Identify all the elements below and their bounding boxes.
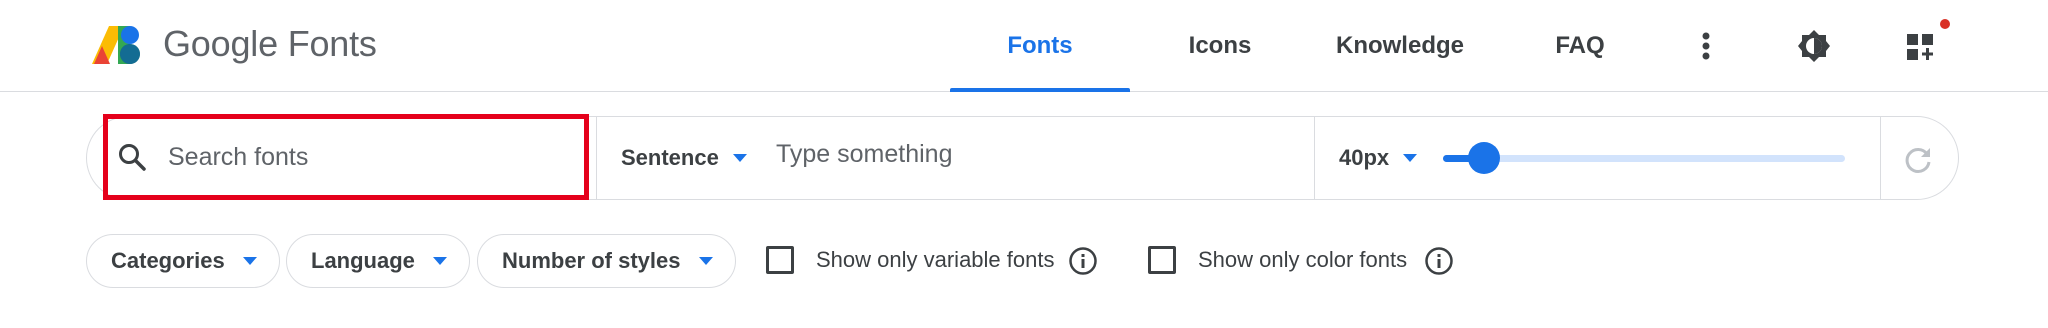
font-size-dropdown[interactable]: 40px (1339, 145, 1418, 171)
nav-tab-fonts[interactable]: Fonts (950, 0, 1130, 92)
font-size-slider-thumb[interactable] (1468, 142, 1500, 174)
nav-tab-faq[interactable]: FAQ (1530, 0, 1630, 92)
divider (596, 117, 597, 199)
nav-tab-knowledge[interactable]: Knowledge (1320, 0, 1480, 92)
brand-title[interactable]: Google Fonts (163, 23, 377, 65)
apps-grid-icon[interactable] (1898, 22, 1946, 70)
chevron-down-icon (732, 154, 747, 162)
top-app-bar: Google Fonts Fonts Icons Knowledge FAQ (0, 0, 2048, 92)
more-vert-icon[interactable] (1682, 22, 1730, 70)
divider (1880, 117, 1881, 199)
color-fonts-checkbox[interactable] (1148, 246, 1176, 274)
chevron-down-icon (432, 257, 447, 265)
search-placeholder: Search fonts (168, 142, 309, 171)
divider (1314, 117, 1315, 199)
info-icon[interactable] (1423, 245, 1455, 277)
notification-dot (1940, 19, 1950, 29)
search-input[interactable]: Search fonts (103, 114, 589, 200)
font-size-label: 40px (1339, 145, 1390, 170)
preview-mode-label: Sentence (621, 145, 719, 170)
nav-tab-icons[interactable]: Icons (1150, 0, 1290, 92)
theme-toggle-icon[interactable] (1790, 22, 1838, 70)
reset-icon[interactable] (1898, 140, 1938, 180)
chevron-down-icon (242, 257, 257, 265)
preview-mode-dropdown[interactable]: Sentence (621, 145, 747, 171)
chevron-down-icon (698, 257, 713, 265)
color-fonts-label[interactable]: Show only color fonts (1198, 246, 1407, 274)
info-icon[interactable] (1067, 245, 1099, 277)
search-icon (112, 137, 152, 177)
active-tab-indicator (950, 88, 1130, 92)
categories-filter[interactable]: Categories (86, 234, 280, 288)
number-of-styles-label: Number of styles (502, 248, 681, 273)
variable-fonts-label[interactable]: Show only variable fonts (816, 246, 1054, 274)
font-size-slider[interactable] (1443, 155, 1845, 162)
chevron-down-icon (1403, 154, 1418, 162)
language-filter[interactable]: Language (286, 234, 470, 288)
google-fonts-logo-icon[interactable] (92, 26, 144, 64)
preview-text-input[interactable]: Type something (776, 140, 953, 169)
language-label: Language (311, 248, 415, 273)
number-of-styles-filter[interactable]: Number of styles (477, 234, 736, 288)
variable-fonts-checkbox[interactable] (766, 246, 794, 274)
categories-label: Categories (111, 248, 225, 273)
